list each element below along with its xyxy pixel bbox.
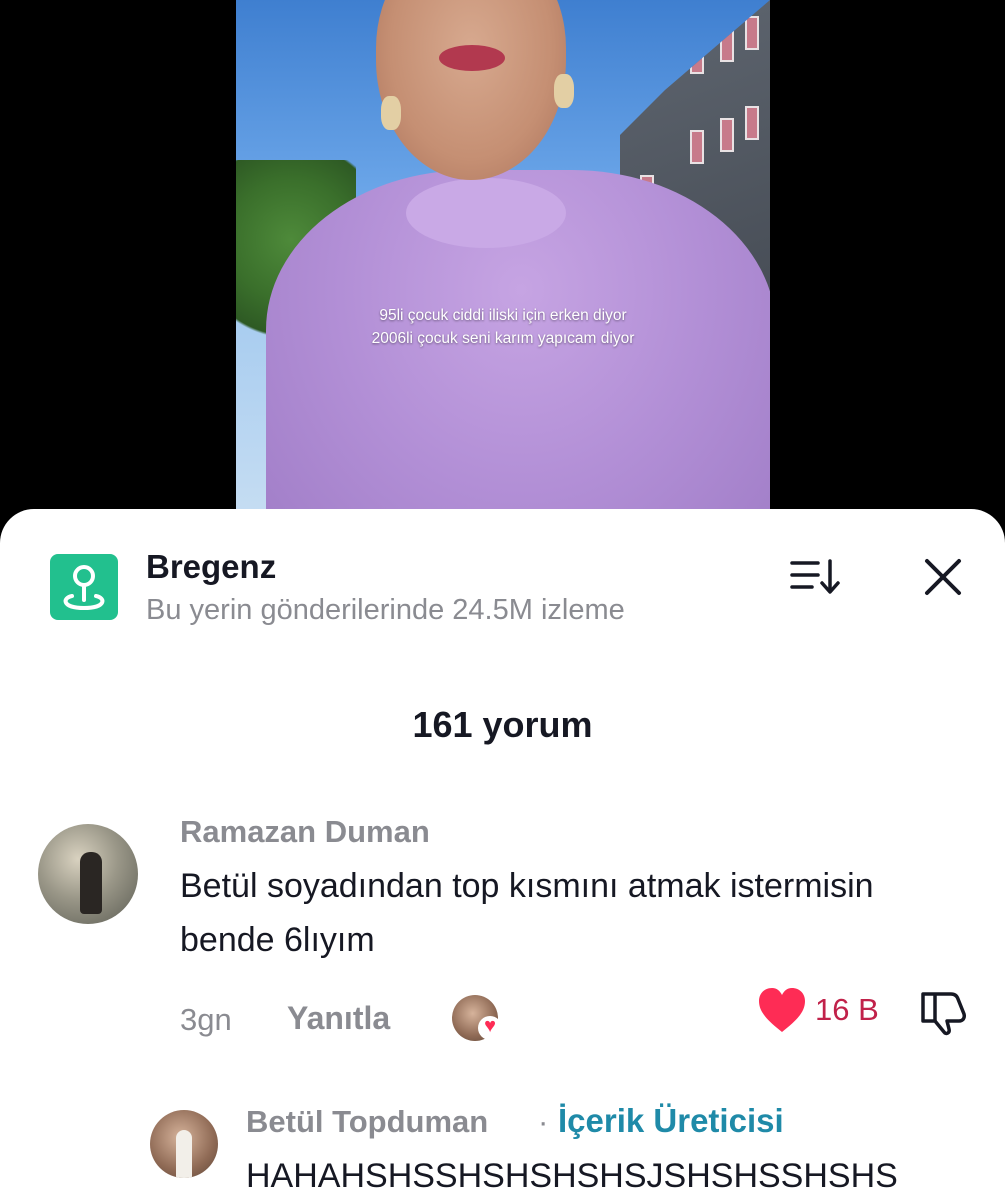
close-button[interactable] (922, 556, 964, 598)
comment-text: Betül soyadından top kısmını atmak ister… (180, 867, 874, 959)
avatar[interactable] (38, 824, 138, 924)
close-icon (925, 559, 961, 595)
building-window (745, 16, 759, 50)
avatar-figure (80, 852, 102, 914)
video-person-lips (439, 45, 505, 71)
thumbs-down-icon (921, 992, 966, 1036)
reply-button[interactable]: Yanıtla (287, 1000, 390, 1037)
building-window (690, 40, 704, 74)
video-caption-line: 95li çocuk ciddi iliski için erken diyor (379, 307, 627, 324)
creator-heart-icon: ♥ (478, 1016, 502, 1040)
comment-author[interactable]: Betül Topduman (246, 1104, 488, 1140)
video-background: 95li çocuk ciddi iliski için erken diyor… (0, 0, 1005, 540)
building-window (720, 118, 734, 152)
video-caption-line: 2006li çocuk seni karım yapıcam diyor (371, 330, 635, 347)
video-player[interactable]: 95li çocuk ciddi iliski için erken diyor… (236, 0, 770, 540)
sort-button[interactable] (788, 557, 842, 597)
comment-time: 3gn (180, 1002, 232, 1037)
dislike-button[interactable] (917, 988, 971, 1036)
video-person-face (376, 0, 566, 180)
author-separator: · (538, 1104, 549, 1139)
like-button[interactable] (757, 986, 807, 1034)
video-person-earring (554, 74, 574, 108)
video-person-collar (406, 178, 566, 248)
like-count: 16 B (815, 992, 879, 1027)
avatar-figure (176, 1130, 192, 1178)
video-caption: 95li çocuk ciddi iliski için erken diyor… (236, 304, 770, 350)
building-window (720, 28, 734, 62)
creator-badge: İçerik Üreticisi (558, 1102, 784, 1139)
building-window (745, 106, 759, 140)
place-title[interactable]: Bregenz (146, 548, 276, 586)
building-window (690, 130, 704, 164)
place-subtitle: Bu yerin gönderilerinde 24.5M izleme (146, 594, 625, 626)
map-pin-icon[interactable] (50, 554, 118, 620)
comment-text: HAHAHSHSSHSHSHSHSJSHSHSSHSHS (246, 1157, 898, 1195)
comments-count: 161 yorum (412, 704, 593, 745)
avatar[interactable] (150, 1110, 218, 1178)
heart-icon (759, 988, 805, 1032)
comment-author[interactable]: Ramazan Duman (180, 814, 430, 850)
sort-icon (790, 559, 840, 594)
video-person-earring (381, 96, 401, 130)
